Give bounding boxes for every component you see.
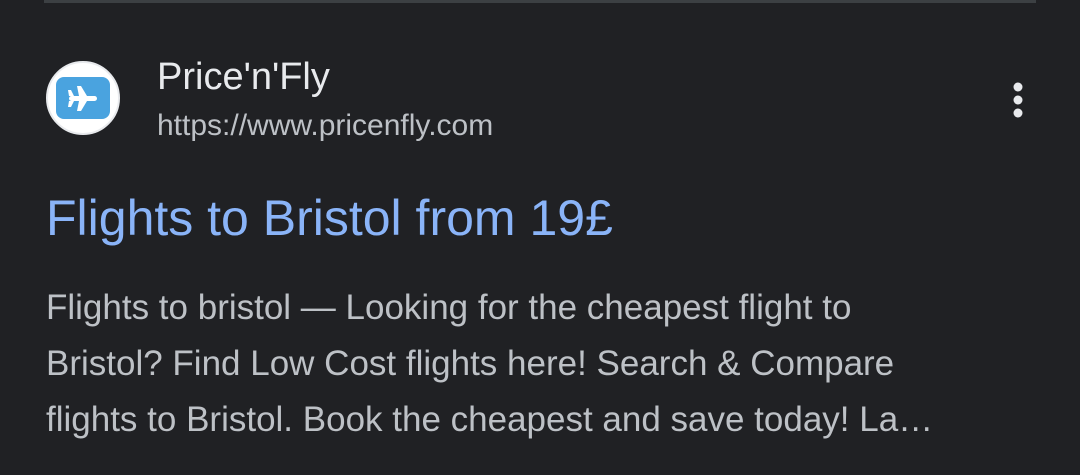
search-result-card: Price'n'Fly https://www.pricenfly.com Fl… [0,0,1080,475]
site-url[interactable]: https://www.pricenfly.com [157,108,493,144]
site-name[interactable]: Price'n'Fly [157,55,330,99]
airplane-icon [68,86,97,111]
result-title-link[interactable]: Flights to Bristol from 19£ [46,188,613,248]
search-results-page: Price'n'Fly https://www.pricenfly.com Fl… [0,0,1080,475]
site-favicon[interactable] [46,61,120,135]
result-snippet: Flights to bristol — Looking for the che… [46,280,1036,448]
snippet-line: Flights to bristol — Looking for the che… [46,288,852,327]
snippet-line: Bristol? Find Low Cost flights here! Sea… [46,344,895,383]
favicon-tile [56,77,110,119]
more-options-button[interactable] [996,78,1040,122]
snippet-line: flights to Bristol. Book the cheapest an… [46,400,934,439]
more-vert-icon [1013,82,1023,118]
